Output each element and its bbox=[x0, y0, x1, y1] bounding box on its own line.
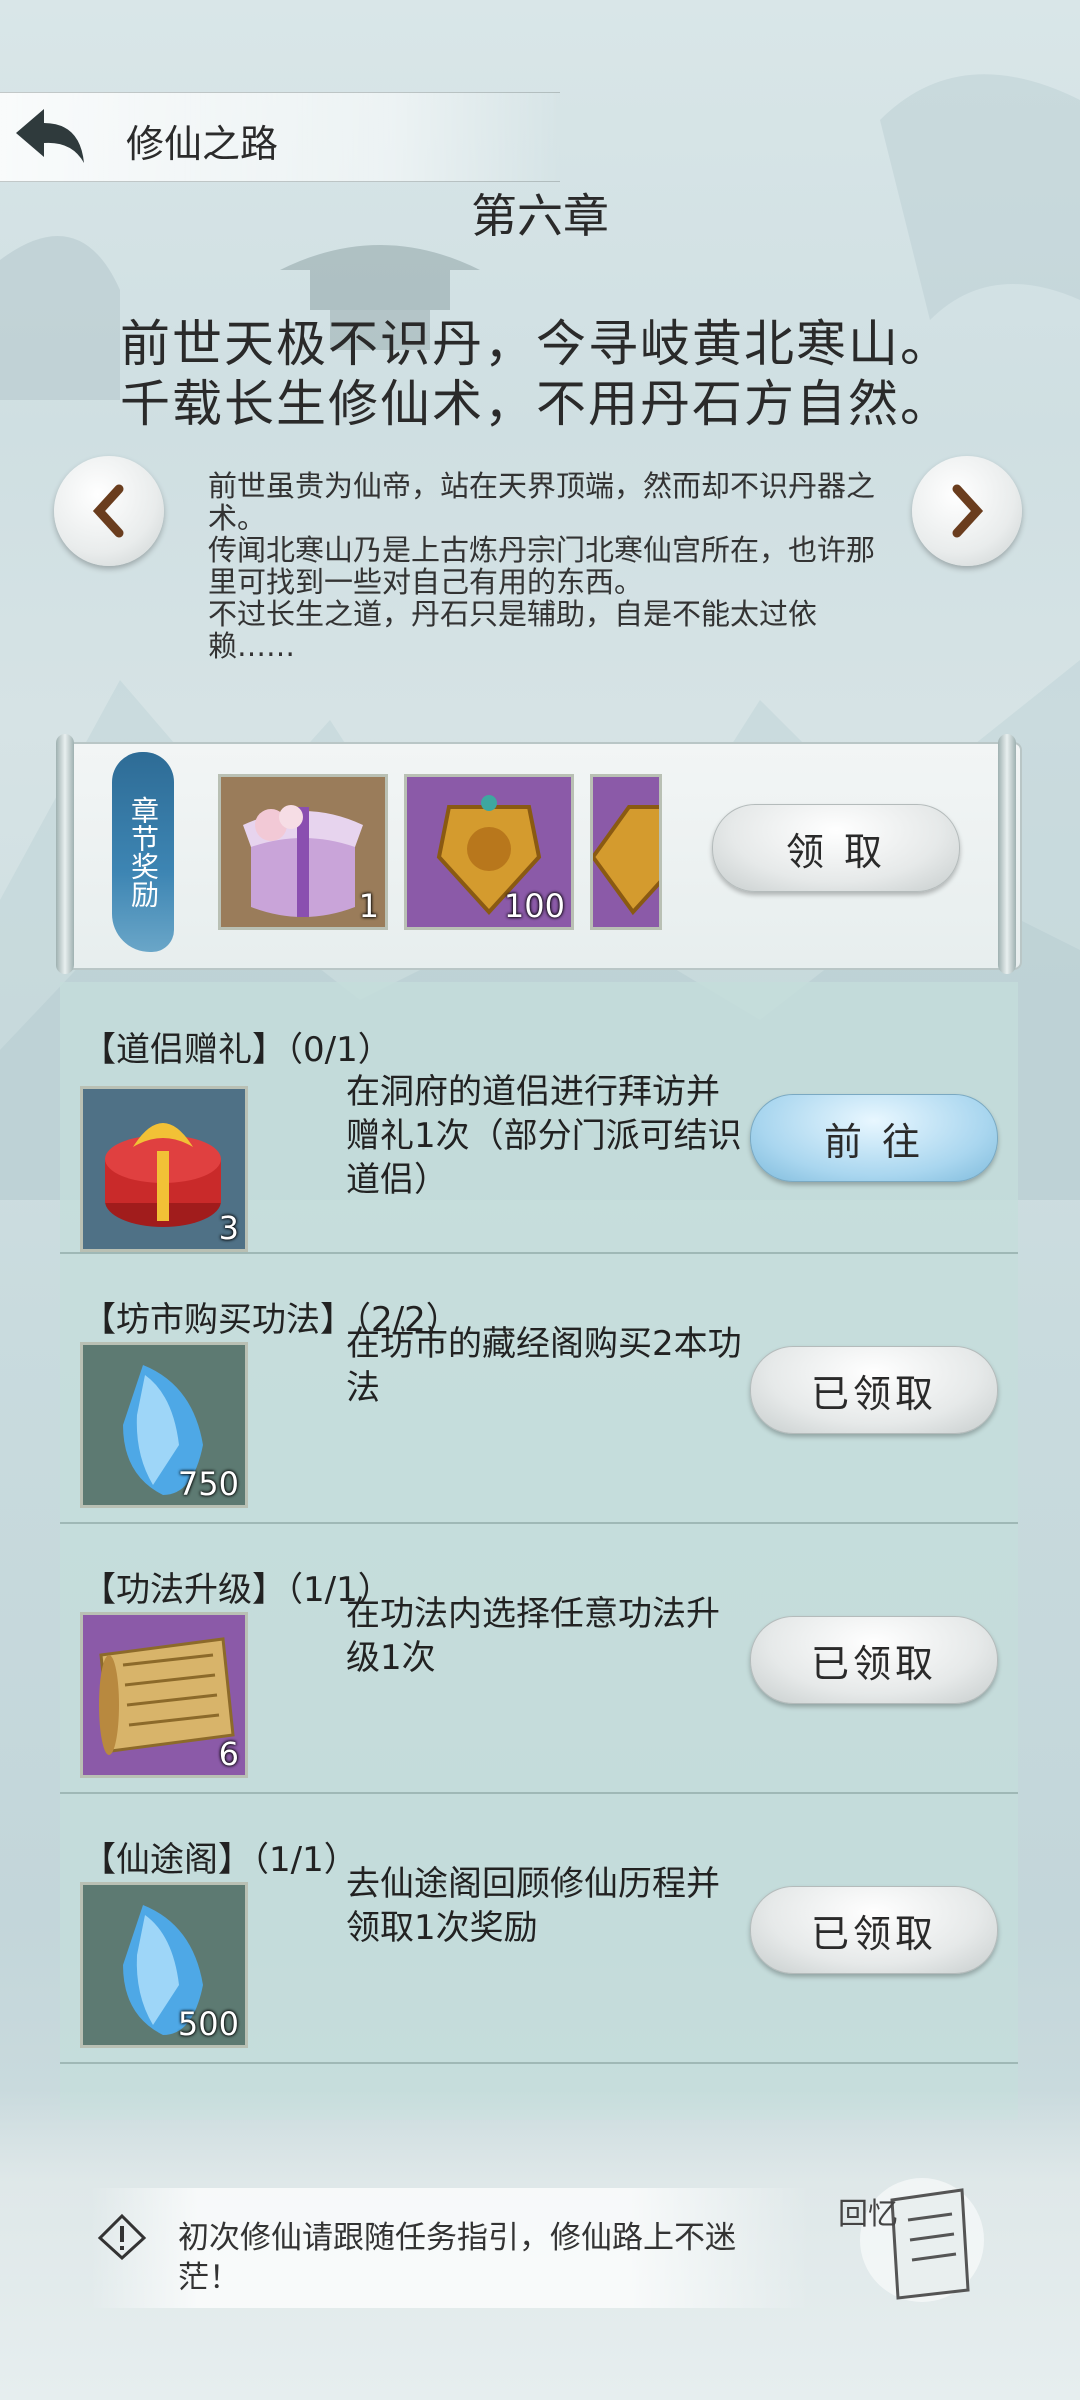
memory-button[interactable]: 回忆 bbox=[812, 2140, 992, 2320]
item-count: 100 bbox=[503, 887, 565, 925]
warning-icon bbox=[97, 2213, 147, 2260]
chapter-reward-tag: 章节奖励 bbox=[112, 752, 174, 952]
claimed-button[interactable]: 已领取 bbox=[750, 1346, 998, 1434]
back-arrow-icon bbox=[16, 109, 84, 163]
task-reward-item[interactable]: 500 bbox=[80, 1882, 248, 2048]
memory-scroll-icon: 回忆 bbox=[838, 2178, 984, 2302]
claim-chapter-reward-button[interactable]: 领 取 bbox=[712, 804, 960, 892]
task-reward-item[interactable]: 6 bbox=[80, 1612, 248, 1778]
task-description: 在洞府的道侣进行拜访并赠礼1次（部分门派可结识道侣） bbox=[346, 1072, 742, 1200]
story-line-3: 不过长生之道，丹石只是辅助，自是不能太过依赖…… bbox=[208, 597, 818, 663]
task-row: 【仙途阁】（1/1） 500 去仙途阁回顾修仙历程并领取1次奖励 已领取 bbox=[60, 1792, 1018, 2064]
chevron-left-icon bbox=[92, 484, 124, 538]
item-count: 750 bbox=[177, 1465, 239, 1503]
task-row: 【功法升级】（1/1） 6 在功法内选择任意功法升级1次 已领取 bbox=[60, 1522, 1018, 1794]
scroll-rod-right bbox=[998, 734, 1016, 974]
task-row: 【坊市购买功法】（2/2） 750 在坊市的藏经阁购买2本功法 已领取 bbox=[60, 1252, 1018, 1524]
item-count: 6 bbox=[218, 1735, 239, 1773]
scroll-rod-left bbox=[56, 734, 74, 974]
reward-item-gift-box[interactable]: 1 bbox=[218, 774, 388, 930]
task-list: 【道侣赠礼】（0/1） 3 在洞府的道侣进行拜访并赠礼1次（部分门派可结识道侣）… bbox=[60, 982, 1018, 2120]
memory-label: 回忆 bbox=[838, 2197, 898, 2232]
claimed-button[interactable]: 已领取 bbox=[750, 1616, 998, 1704]
reward-item-gold-badge[interactable]: 100 bbox=[404, 774, 574, 930]
item-count: 3 bbox=[218, 1209, 239, 1247]
story-line-1: 前世虽贵为仙帝，站在天界顶端，然而却不识丹器之术。 bbox=[208, 469, 876, 535]
tip-text: 初次修仙请跟随任务指引，修仙路上不迷茫！ bbox=[178, 2220, 736, 2296]
go-button[interactable]: 前 往 bbox=[750, 1094, 998, 1182]
chapter-title: 第六章 bbox=[471, 189, 609, 243]
claimed-button[interactable]: 已领取 bbox=[750, 1886, 998, 1974]
task-reward-item[interactable]: 3 bbox=[80, 1086, 248, 1252]
next-chapter-button[interactable] bbox=[912, 456, 1022, 566]
chapter-story: 前世虽贵为仙帝，站在天界顶端，然而却不识丹器之术。 传闻北寒山乃是上古炼丹宗门北… bbox=[208, 470, 878, 662]
task-row: 【道侣赠礼】（0/1） 3 在洞府的道侣进行拜访并赠礼1次（部分门派可结识道侣）… bbox=[60, 982, 1018, 1254]
task-title: 【道侣赠礼】（0/1） bbox=[82, 1030, 392, 1070]
back-button[interactable] bbox=[10, 103, 90, 171]
task-title: 【仙途阁】（1/1） bbox=[82, 1840, 358, 1880]
task-description: 在坊市的藏经阁购买2本功法 bbox=[346, 1324, 742, 1408]
reward-item-gold-badge-partial[interactable] bbox=[590, 774, 662, 930]
item-count: 1 bbox=[358, 887, 379, 925]
item-count: 500 bbox=[177, 2005, 239, 2043]
task-description: 去仙途阁回顾修仙历程并领取1次奖励 bbox=[346, 1864, 720, 1948]
task-description: 在功法内选择任意功法升级1次 bbox=[346, 1594, 720, 1678]
prev-chapter-button[interactable] bbox=[54, 456, 164, 566]
chevron-right-icon bbox=[952, 484, 984, 538]
poem-line-2: 千载长生修仙术，不用丹石方自然。 bbox=[120, 375, 952, 433]
task-reward-item[interactable]: 750 bbox=[80, 1342, 248, 1508]
page-title: 修仙之路 bbox=[126, 122, 279, 166]
header-bar: 修仙之路 bbox=[0, 92, 560, 182]
gold-badge-icon bbox=[593, 805, 659, 916]
story-line-2: 传闻北寒山乃是上古炼丹宗门北寒仙宫所在，也许那里可找到一些对自己有用的东西。 bbox=[208, 533, 876, 599]
